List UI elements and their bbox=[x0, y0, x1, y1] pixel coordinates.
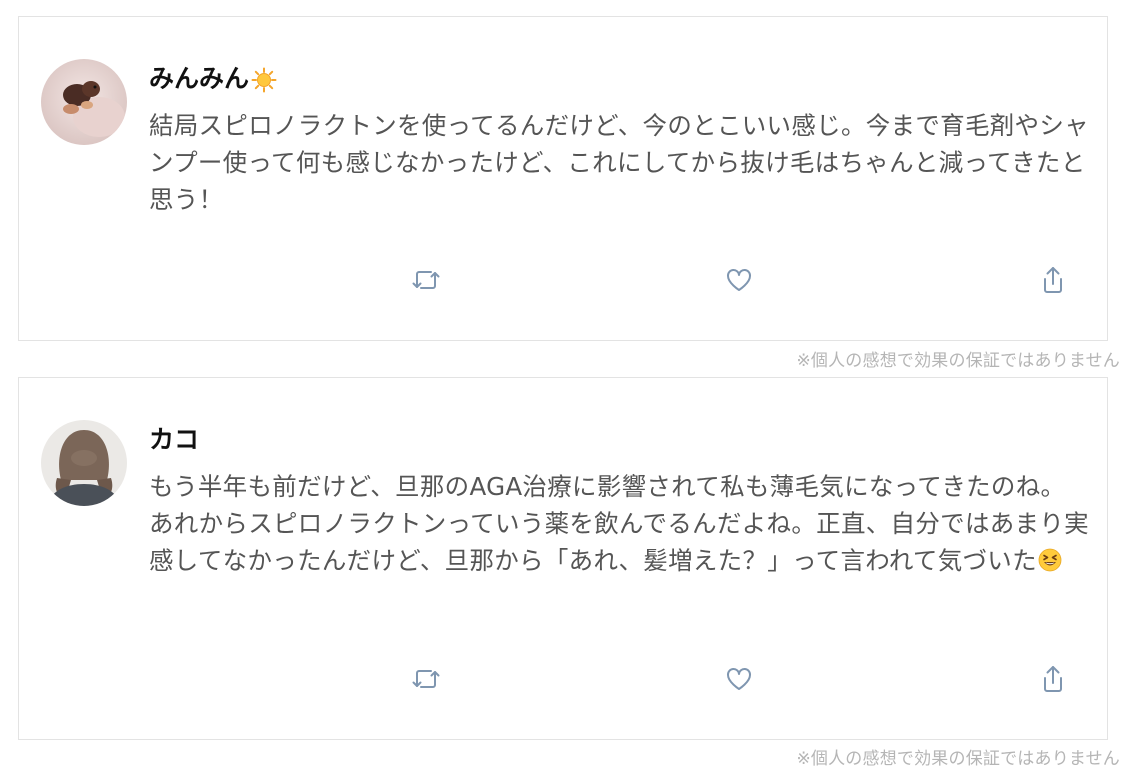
sun-emoji-icon bbox=[251, 67, 277, 93]
share-button[interactable] bbox=[1036, 662, 1070, 696]
post-card: みんみん 結局スピロノラクトンを使ってるんだけど、今のとこいい感じ。今まで育毛剤… bbox=[18, 16, 1108, 341]
retweet-button[interactable] bbox=[409, 662, 443, 696]
retweet-button[interactable] bbox=[409, 263, 443, 297]
share-icon bbox=[1044, 267, 1062, 293]
avatar-photo bbox=[41, 59, 127, 145]
post-body: もう半年も前だけど、旦那のAGA治療に影響されて私も薄毛気になってきたのね。あれ… bbox=[149, 468, 1089, 579]
author-name-text: みんみん bbox=[149, 64, 250, 93]
author-name[interactable]: カコ bbox=[149, 422, 199, 458]
like-button[interactable] bbox=[722, 263, 756, 297]
avatar[interactable] bbox=[41, 59, 127, 145]
avatar-photo bbox=[41, 420, 127, 506]
post-body-text: もう半年も前だけど、旦那のAGA治療に影響されて私も薄毛気になってきたのね。あれ… bbox=[149, 472, 1089, 575]
retweet-icon bbox=[412, 670, 440, 688]
grinning-squinting-face-emoji-icon bbox=[1038, 548, 1062, 572]
heart-icon bbox=[727, 269, 751, 291]
avatar[interactable] bbox=[41, 420, 127, 506]
heart-icon bbox=[727, 668, 751, 690]
post-body: 結局スピロノラクトンを使ってるんだけど、今のとこいい感じ。今まで育毛剤やシャンプ… bbox=[149, 107, 1089, 218]
share-icon bbox=[1044, 666, 1062, 692]
author-name-text: カコ bbox=[149, 425, 200, 454]
disclaimer-text: ※個人の感想で効果の保証ではありません bbox=[796, 351, 1120, 371]
post-body-text: 結局スピロノラクトンを使ってるんだけど、今のとこいい感じ。今まで育毛剤やシャンプ… bbox=[149, 111, 1089, 214]
disclaimer-text: ※個人の感想で効果の保証ではありません bbox=[796, 749, 1120, 769]
author-name[interactable]: みんみん bbox=[149, 61, 277, 97]
retweet-icon bbox=[412, 271, 440, 289]
post-card: カコ もう半年も前だけど、旦那のAGA治療に影響されて私も薄毛気になってきたのね… bbox=[18, 377, 1108, 740]
like-button[interactable] bbox=[722, 662, 756, 696]
share-button[interactable] bbox=[1036, 263, 1070, 297]
